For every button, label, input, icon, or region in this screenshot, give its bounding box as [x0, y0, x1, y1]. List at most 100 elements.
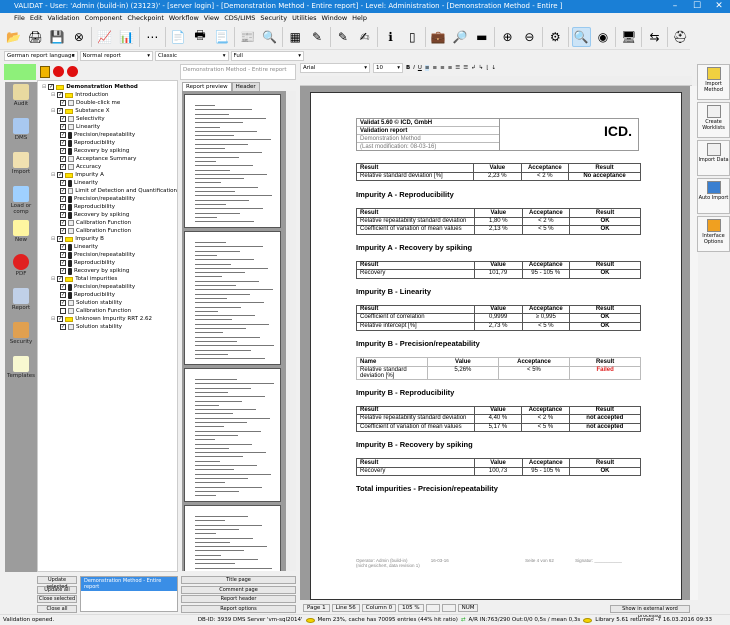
checkbox[interactable]: ✓	[60, 260, 66, 266]
menu-checkpoint[interactable]: Checkpoint	[127, 13, 164, 23]
close-icon[interactable]: ⊗	[70, 27, 89, 47]
bold-button[interactable]: B	[406, 65, 410, 71]
checkbox[interactable]: ✓	[57, 236, 64, 242]
align-right-icon[interactable]: ≡	[440, 65, 445, 71]
report-page[interactable]: Validat 5.60 © ICD, GmbH Validation repor…	[310, 92, 682, 600]
close-button[interactable]: ✕	[708, 0, 730, 13]
refresh-gear-icon[interactable]: ⚙	[546, 27, 565, 47]
menu-security[interactable]: Security	[260, 13, 287, 23]
tree-node[interactable]: ✓ Reproducibility	[38, 259, 177, 267]
tree-node[interactable]: ✓ Precision/repeatability	[38, 251, 177, 259]
close-all-button[interactable]: Close all	[37, 604, 77, 613]
menu-window[interactable]: Window	[322, 13, 348, 23]
checkbox[interactable]: ✓	[57, 316, 64, 322]
tree-node[interactable]: ✓ Linearity	[38, 179, 177, 187]
bullet-list-icon[interactable]: ☰	[463, 65, 468, 71]
edit2-icon[interactable]: ✎	[333, 27, 352, 47]
calculator-icon[interactable]: ▦	[286, 27, 305, 47]
pdf-icon[interactable]: 📄	[169, 27, 188, 47]
checkbox[interactable]: ✓	[60, 196, 66, 202]
checkbox[interactable]: ✓	[60, 284, 66, 290]
checkbox[interactable]: ✓	[60, 324, 66, 330]
tree-node[interactable]: ✓ Precision/repeatability	[38, 283, 177, 291]
nav-dms[interactable]: DMS	[5, 116, 37, 150]
title-page-button[interactable]: Title page	[181, 576, 296, 584]
checkbox[interactable]: ✓	[60, 116, 66, 122]
menu-edit[interactable]: Edit	[30, 13, 43, 23]
tree-node[interactable]: ✓ Solution stability	[38, 299, 177, 307]
interface-options-button[interactable]: Interface Options	[697, 216, 730, 252]
page-thumbnail[interactable]	[184, 231, 281, 365]
page-icon[interactable]: ▯	[403, 27, 422, 47]
collapse-icon[interactable]: ⊟	[51, 275, 55, 283]
info-doc-icon[interactable]: ℹ	[381, 27, 400, 47]
checkbox[interactable]: ✓	[57, 172, 64, 178]
menu-cdslims[interactable]: CDS/LIMS	[224, 13, 255, 23]
checkbox[interactable]: ✓	[60, 156, 66, 162]
method-tree[interactable]: ⊟ ✓ Demonstration Method ⊟ ✓ Introduction ✓ Dou…	[37, 80, 178, 572]
checkbox[interactable]: ✓	[60, 292, 66, 298]
minimize-button[interactable]: –	[664, 0, 686, 13]
tree-node[interactable]: ✓ Calibration Function	[38, 227, 177, 235]
tree-node[interactable]: ✓ Precision/repeatability	[38, 131, 177, 139]
tree-node[interactable]: Calibration Function	[38, 307, 177, 315]
align-left-icon[interactable]: ≡	[424, 65, 430, 71]
nav-new[interactable]: New	[5, 218, 37, 252]
signature-icon[interactable]: ✍	[355, 27, 374, 47]
open-reports-list[interactable]: Demonstration Method - Entire report	[80, 576, 178, 612]
tree-node[interactable]: ✓ Recovery by spiking	[38, 147, 177, 155]
chart-icon[interactable]: 📈	[95, 27, 114, 47]
report-header-button[interactable]: Report header	[181, 595, 296, 603]
page-thumbnail[interactable]	[184, 94, 281, 228]
nav-import[interactable]: Import	[5, 150, 37, 184]
terminal-icon[interactable]: ▬	[472, 27, 491, 47]
bar-chart-icon[interactable]: 📊	[117, 27, 136, 47]
search-doc-icon[interactable]: 🔍	[260, 27, 279, 47]
collapse-icon[interactable]: ⊟	[51, 235, 55, 243]
checkbox[interactable]: ✓	[60, 148, 66, 154]
auto-import-icon[interactable]: ◉	[594, 27, 613, 47]
nav-security[interactable]: Security	[5, 320, 37, 354]
arrow-down-icon[interactable]: ↓	[492, 65, 497, 71]
red-light-icon[interactable]	[53, 66, 64, 77]
tree-node[interactable]: ✓ Recovery by spiking	[38, 267, 177, 275]
collapse-icon[interactable]: ⊟	[51, 315, 55, 323]
checkbox[interactable]: ✓	[60, 228, 66, 234]
checkbox[interactable]: ✓	[60, 180, 66, 186]
tab-stop-icon[interactable]: ⌊	[486, 65, 488, 71]
checkbox[interactable]: ✓	[60, 252, 66, 258]
tree-node[interactable]: ✓ Solution stability	[38, 323, 177, 331]
menu-help[interactable]: Help	[352, 13, 367, 23]
checkbox[interactable]: ✓	[60, 204, 66, 210]
numbered-list-icon[interactable]: ☰	[455, 65, 460, 71]
menu-component[interactable]: Component	[85, 13, 123, 23]
nav-templates[interactable]: Templates	[5, 354, 37, 388]
italic-button[interactable]: I	[413, 65, 415, 71]
collapse-icon[interactable]: ⊟	[51, 91, 55, 99]
tree-node[interactable]: ⊟ ✓ Total impurities	[38, 275, 177, 283]
maximize-button[interactable]: ☐	[686, 0, 708, 13]
checkbox[interactable]: ✓	[60, 132, 66, 138]
nav-audit[interactable]: Audit	[5, 82, 37, 116]
report-type-select[interactable]: Normal report	[79, 51, 153, 61]
tree-node[interactable]: ✓ Calibration Function	[38, 219, 177, 227]
tree-node[interactable]: ✓ Selectivity	[38, 115, 177, 123]
save-icon[interactable]: 💾	[48, 27, 67, 47]
exit-icon[interactable]: ⇆	[645, 27, 664, 47]
nav-pdf[interactable]: PDF	[5, 252, 37, 286]
page-thumbnail[interactable]	[184, 368, 281, 502]
create-worklists-button[interactable]: Create Worklists	[697, 102, 730, 138]
scope-select[interactable]: Full	[230, 51, 304, 61]
open-report-item[interactable]: Demonstration Method - Entire report	[81, 577, 177, 591]
document-icon[interactable]: 📃	[212, 27, 231, 47]
tree-node[interactable]: ⊟ ✓ Introduction	[38, 91, 177, 99]
menu-workflow[interactable]: Workflow	[169, 13, 199, 23]
tree-node[interactable]: ⊟ ✓ Demonstration Method	[38, 83, 177, 91]
indent-icon[interactable]: ↲	[471, 65, 476, 71]
checkbox[interactable]: ✓	[60, 300, 66, 306]
tree-node[interactable]: ✓ Reproducibility	[38, 291, 177, 299]
checkbox[interactable]: ✓	[60, 244, 66, 250]
tree-node[interactable]: ⊟ ✓ Substance X	[38, 107, 177, 115]
checkbox[interactable]: ✓	[60, 212, 66, 218]
update-selected-button[interactable]: Update selected	[37, 576, 77, 590]
